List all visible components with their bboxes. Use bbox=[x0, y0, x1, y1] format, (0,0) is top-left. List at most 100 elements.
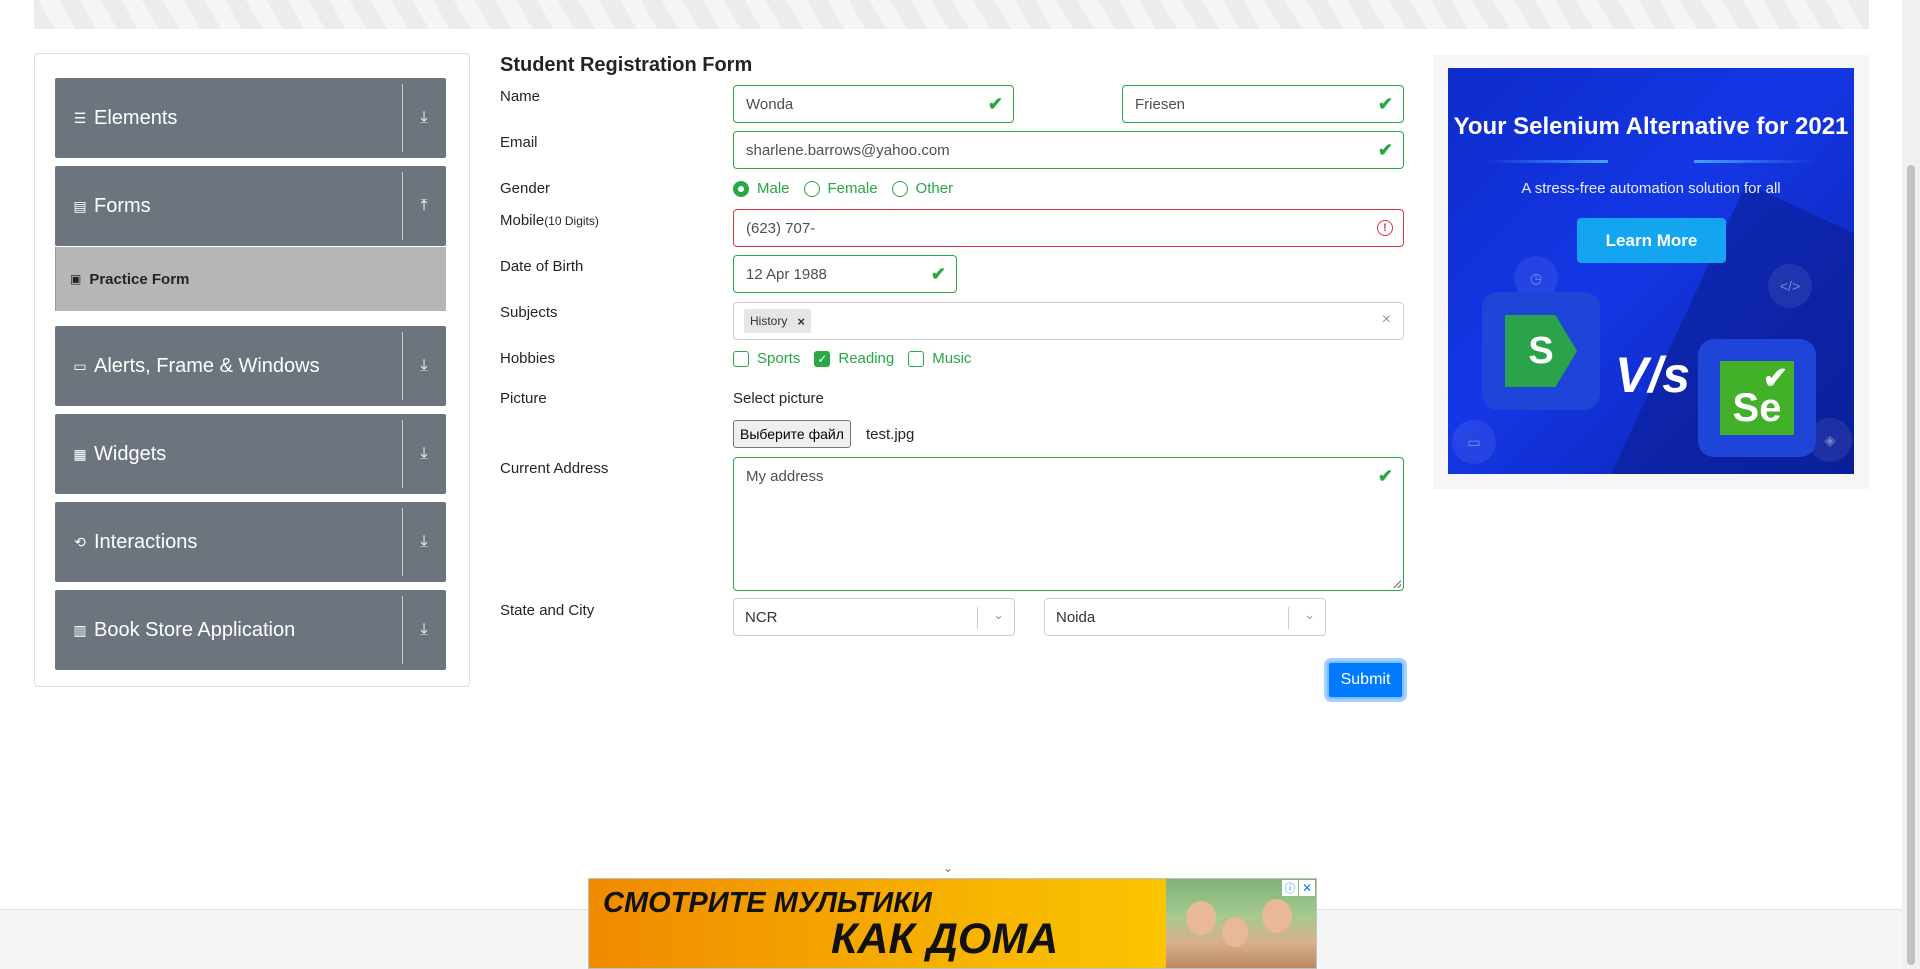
download-icon[interactable]: ⤓ bbox=[411, 326, 437, 406]
state-select[interactable]: NCR ⌄ bbox=[733, 598, 1015, 636]
ad-info-icon[interactable]: ⓘ bbox=[1282, 880, 1298, 896]
gender-radio-female[interactable]: Female bbox=[803, 180, 878, 197]
ad-decor-line bbox=[1488, 160, 1608, 163]
scrollbar-thumb[interactable] bbox=[1907, 165, 1915, 965]
document-icon: ▤ bbox=[73, 197, 87, 214]
download-icon[interactable]: ⤓ bbox=[411, 414, 437, 494]
radio-circle[interactable] bbox=[733, 180, 749, 197]
first-name-value: Wonda bbox=[746, 95, 794, 113]
email-label: Email bbox=[500, 134, 538, 151]
last-name-input[interactable]: Friesen ✔ bbox=[1122, 85, 1404, 123]
upload-icon[interactable]: ⤒ bbox=[411, 166, 437, 246]
clear-icon[interactable]: × bbox=[1382, 311, 1391, 329]
resize-handle[interactable] bbox=[1393, 580, 1401, 588]
checkbox[interactable]: ✓ bbox=[814, 350, 831, 367]
email-input[interactable]: sharlene.barrows@yahoo.com ✔ bbox=[733, 131, 1404, 169]
ad-decor-line bbox=[1694, 160, 1814, 163]
checkbox-label: Sports bbox=[757, 350, 801, 367]
city-value: Noida bbox=[1056, 608, 1096, 626]
check-icon: ✔ bbox=[1377, 94, 1393, 114]
hobby-checkbox-sports[interactable]: Sports bbox=[733, 350, 800, 367]
grid-icon: ▦ bbox=[73, 445, 87, 462]
sidebar: ☰ Elements ⤓ ▤ Forms ⤒ ▣ Practice Form ▭… bbox=[34, 53, 470, 687]
sidebar-item-label: Practice Form bbox=[89, 270, 190, 288]
radio-label: Female bbox=[827, 180, 878, 197]
list-icon: ☰ bbox=[73, 109, 87, 126]
scrollbar[interactable] bbox=[1902, 0, 1920, 969]
state-value: NCR bbox=[745, 608, 778, 626]
subjects-input[interactable]: History × × bbox=[733, 302, 1404, 340]
divider bbox=[402, 508, 403, 576]
address-textarea[interactable]: My address ✔ bbox=[733, 457, 1404, 591]
download-icon[interactable]: ⤓ bbox=[411, 590, 437, 670]
mobile-label: Mobile(10 Digits) bbox=[500, 212, 599, 229]
checkbox[interactable] bbox=[908, 350, 925, 367]
picture-label: Picture bbox=[500, 390, 547, 407]
city-select[interactable]: Noida ⌄ bbox=[1044, 598, 1326, 636]
download-icon[interactable]: ⤓ bbox=[411, 502, 437, 582]
top-banner bbox=[34, 0, 1869, 29]
sidebar-group-interactions[interactable]: ⟲ Interactions ⤓ bbox=[55, 502, 446, 582]
hobbies-label: Hobbies bbox=[500, 350, 556, 367]
browser-icon: ▭ bbox=[1452, 420, 1496, 464]
divider bbox=[1288, 607, 1289, 629]
hobby-checkbox-music[interactable]: Music bbox=[908, 350, 971, 367]
checkbox[interactable] bbox=[733, 350, 749, 367]
sidebar-group-alerts[interactable]: ▭ Alerts, Frame & Windows ⤓ bbox=[55, 326, 446, 406]
radio-label: Other bbox=[915, 180, 954, 197]
chevron-down-icon: ⌄ bbox=[993, 607, 1004, 622]
mobile-input[interactable]: (623) 707- ! bbox=[733, 209, 1404, 247]
ad-headline-2: КАК ДОМА bbox=[831, 915, 1059, 963]
download-icon[interactable]: ⤓ bbox=[411, 78, 437, 158]
close-icon[interactable]: ✕ bbox=[1299, 880, 1315, 896]
dob-input[interactable]: 12 Apr 1988 ✔ bbox=[733, 255, 957, 293]
html5-icon: ▣ bbox=[70, 272, 82, 286]
check-icon: ✔ bbox=[1377, 466, 1393, 486]
error-icon: ! bbox=[1377, 220, 1393, 236]
ad-title: Your Selenium Alternative for 2021 bbox=[1453, 113, 1849, 140]
address-value: My address bbox=[746, 468, 824, 485]
photo-person bbox=[1222, 917, 1248, 947]
submit-button[interactable]: Submit bbox=[1327, 661, 1404, 699]
sidebar-group-elements[interactable]: ☰ Elements ⤓ bbox=[55, 78, 446, 158]
chevron-down-icon[interactable]: ⌄ bbox=[943, 861, 953, 875]
learn-more-button[interactable]: Learn More bbox=[1577, 218, 1726, 263]
bottom-ad-banner[interactable]: СМОТРИТЕ МУЛЬТИКИ КАК ДОМА ⓘ ✕ bbox=[588, 878, 1317, 969]
mobile-label-text: Mobile bbox=[500, 212, 545, 229]
gender-radio-male[interactable]: Male bbox=[733, 180, 790, 197]
selenium-ad[interactable]: ◷ </> ▭ ◈ Your Selenium Alternative for … bbox=[1448, 68, 1854, 474]
remove-chip-icon[interactable]: × bbox=[797, 314, 805, 329]
select-picture-label: Select picture bbox=[733, 390, 824, 407]
check-icon: ✔ bbox=[1377, 140, 1393, 160]
books-icon: ▥ bbox=[73, 621, 87, 638]
gender-label: Gender bbox=[500, 180, 551, 197]
sidebar-item-practice-form[interactable]: ▣ Practice Form bbox=[55, 247, 446, 311]
hobby-checkbox-reading[interactable]: ✓ Reading bbox=[814, 350, 894, 367]
sidebar-group-label: Alerts, Frame & Windows bbox=[94, 354, 320, 377]
mobile-label-hint: (10 Digits) bbox=[544, 214, 599, 228]
window-icon: ▭ bbox=[73, 357, 87, 374]
sidebar-group-forms[interactable]: ▤ Forms ⤒ bbox=[55, 166, 446, 246]
divider bbox=[402, 596, 403, 664]
gender-radio-other[interactable]: Other bbox=[891, 180, 954, 197]
radio-circle[interactable] bbox=[891, 180, 908, 197]
divider bbox=[977, 607, 978, 629]
checkbox-label: Music bbox=[932, 350, 972, 367]
versus-text: V/s bbox=[1615, 347, 1691, 403]
divider bbox=[402, 172, 403, 240]
sidebar-group-bookstore[interactable]: ▥ Book Store Application ⤓ bbox=[55, 590, 446, 670]
subject-chip: History × bbox=[744, 309, 811, 333]
sidebar-group-widgets[interactable]: ▦ Widgets ⤓ bbox=[55, 414, 446, 494]
chevron-down-icon: ⌄ bbox=[1304, 607, 1315, 622]
radio-label: Male bbox=[757, 180, 790, 197]
sidebar-group-label: Forms bbox=[94, 194, 151, 217]
address-label: Current Address bbox=[500, 460, 609, 477]
katalon-logo: S bbox=[1482, 292, 1600, 410]
dob-label: Date of Birth bbox=[500, 258, 584, 275]
radio-circle[interactable] bbox=[803, 180, 820, 197]
choose-file-button[interactable]: Выберите файл bbox=[733, 420, 851, 448]
sidebar-group-label: Book Store Application bbox=[94, 618, 296, 641]
ad-subtitle: A stress-free automation solution for al… bbox=[1521, 180, 1781, 197]
subjects-label: Subjects bbox=[500, 304, 558, 321]
first-name-input[interactable]: Wonda ✔ bbox=[733, 85, 1014, 123]
